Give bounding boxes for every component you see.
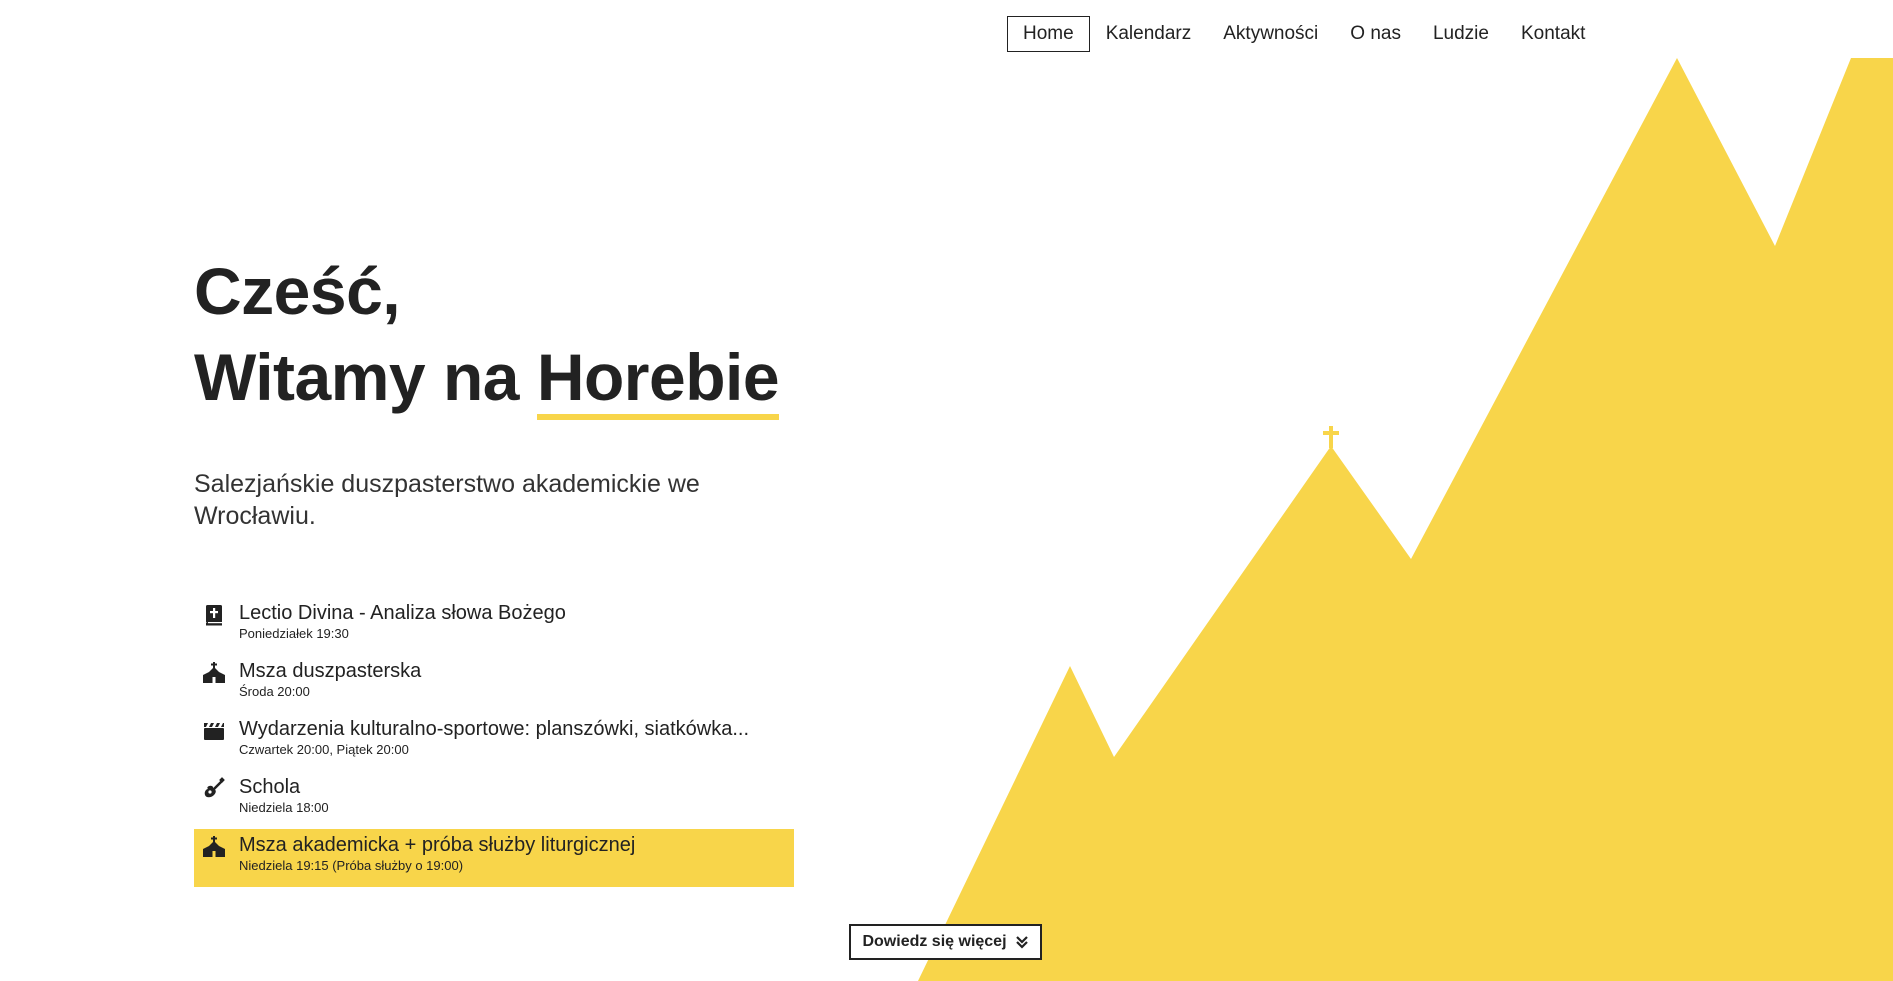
schedule-item-time: Czwartek 20:00, Piątek 20:00 xyxy=(239,742,409,757)
hero-brand-name: Horebie xyxy=(536,340,780,420)
schedule-item-time: Poniedziałek 19:30 xyxy=(239,626,349,641)
hero-heading-block: Cześć, Witamy na Horebie xyxy=(194,248,780,420)
double-chevron-down-icon xyxy=(1015,936,1028,949)
schedule-item: Schola Niedziela 18:00 xyxy=(194,771,794,829)
schedule-item-time: Środa 20:00 xyxy=(239,684,310,699)
schedule-item-title: Lectio Divina - Analiza słowa Bożego xyxy=(239,602,566,624)
nav-ludzie[interactable]: Ludzie xyxy=(1417,16,1505,52)
guitar-icon xyxy=(204,777,225,798)
hero-welcome-prefix: Witamy na xyxy=(194,340,537,414)
bible-icon xyxy=(206,605,222,626)
cross-icon xyxy=(1323,426,1339,448)
schedule-item: Lectio Divina - Analiza słowa Bożego Pon… xyxy=(194,597,794,655)
nav-kalendarz[interactable]: Kalendarz xyxy=(1090,16,1208,52)
nav-aktywnosci[interactable]: Aktywności xyxy=(1207,16,1334,52)
main-nav: Home Kalendarz Aktywności O nas Ludzie K… xyxy=(1007,16,1601,52)
schedule-list: Lectio Divina - Analiza słowa Bożego Pon… xyxy=(194,597,794,887)
hero-greeting: Cześć, xyxy=(194,254,401,328)
hero-heading: Cześć, Witamy na Horebie xyxy=(194,248,780,420)
schedule-item-title: Schola xyxy=(239,776,301,798)
hero-subtitle: Salezjańskie duszpasterstwo akademickie … xyxy=(194,470,700,530)
schedule-item-title: Wydarzenia kulturalno-sportowe: planszów… xyxy=(239,718,750,740)
clapperboard-icon xyxy=(204,723,224,740)
schedule-item: Msza duszpasterska Środa 20:00 xyxy=(194,655,794,713)
schedule-item: Wydarzenia kulturalno-sportowe: planszów… xyxy=(194,713,794,771)
schedule-item-time: Niedziela 18:00 xyxy=(239,800,329,815)
schedule-item-title: Msza akademicka + próba służby liturgicz… xyxy=(239,834,636,856)
nav-o-nas[interactable]: O nas xyxy=(1334,16,1417,52)
schedule-item-title: Msza duszpasterska xyxy=(239,660,422,682)
schedule-item-highlighted: Msza akademicka + próba służby liturgicz… xyxy=(194,829,794,887)
church-icon xyxy=(203,662,225,683)
schedule-item-time: Niedziela 19:15 (Próba służby o 19:00) xyxy=(239,858,464,873)
learn-more-label: Dowiedz się więcej xyxy=(862,933,1007,950)
hero-welcome-line: Witamy na Horebie xyxy=(194,334,780,420)
nav-kontakt[interactable]: Kontakt xyxy=(1505,16,1601,52)
learn-more-button[interactable]: Dowiedz się więcej xyxy=(849,924,1042,960)
mountain-range-shape xyxy=(918,58,1893,981)
nav-home[interactable]: Home xyxy=(1007,16,1090,52)
church-icon xyxy=(203,836,225,857)
